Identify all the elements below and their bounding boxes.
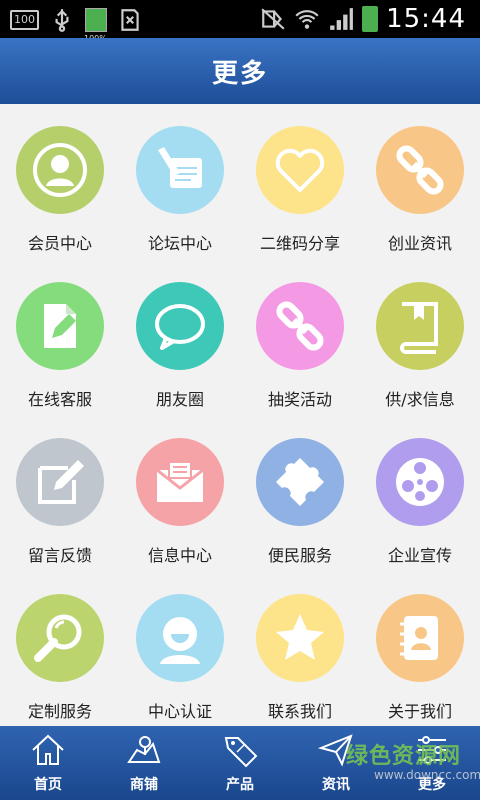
grid-item-label: 论坛中心 (147, 234, 212, 253)
sale-tag-icon (224, 737, 258, 768)
grid-item-label: 联系我们 (267, 702, 332, 721)
grid-item-label: 抽奖活动 (267, 390, 332, 409)
grid-item-feedback[interactable]: 留言反馈 (0, 416, 120, 572)
nav-item-home[interactable]: 首页 (0, 726, 96, 800)
grid-item-supply-demand[interactable]: 供/求信息 (360, 260, 480, 416)
grid-item-label: 企业宣传 (387, 546, 452, 565)
chat-bubble-icon (136, 282, 224, 370)
signal-icon (330, 8, 353, 30)
grid-item-label: 会员中心 (27, 234, 92, 253)
document-icon (16, 282, 104, 370)
envelope-icon (136, 438, 224, 526)
page-title: 更多 (211, 58, 268, 89)
grid-item-startup-news[interactable]: 创业资讯 (360, 104, 480, 260)
map-icon (127, 736, 161, 763)
grid-item-label: 定制服务 (27, 702, 92, 721)
grid-item-certification[interactable]: 中心认证 (120, 572, 240, 728)
grid-item-lottery[interactable]: 抽奖活动 (240, 260, 360, 416)
mute-icon (261, 8, 285, 30)
watermark-text: 绿色资源网 (346, 744, 462, 769)
grid-item-label: 二维码分享 (259, 234, 340, 253)
grid-item-forum-center[interactable]: 论坛中心 (120, 104, 240, 260)
grid-item-moments[interactable]: 朋友圈 (120, 260, 240, 416)
sd-card-icon (121, 9, 139, 31)
grid-item-contact-us[interactable]: 联系我们 (240, 572, 360, 728)
battery-icon (362, 6, 379, 32)
user-icon (16, 126, 104, 214)
puzzle-icon (256, 438, 344, 526)
heart-icon (256, 126, 344, 214)
grid-item-about-us[interactable]: 关于我们 (360, 572, 480, 728)
link-icon (376, 126, 464, 214)
grid-item-label: 中心认证 (147, 702, 212, 721)
film-reel-icon (376, 438, 464, 526)
smile-user-icon (136, 594, 224, 682)
grid-item-label: 供/求信息 (385, 390, 455, 409)
book-icon (376, 282, 464, 370)
grid-item-qr-share[interactable]: 二维码分享 (240, 104, 360, 260)
usb-icon (55, 9, 69, 32)
grid-item-label: 便民服务 (267, 546, 332, 565)
magnifier-icon (16, 594, 104, 682)
grid-item-member-center[interactable]: 会员中心 (0, 104, 120, 260)
grid-item-label: 信息中心 (147, 546, 212, 565)
nav-label: 首页 (34, 777, 62, 793)
title-bar: 更多 (0, 38, 480, 104)
clock: 15:44 (386, 4, 466, 34)
contacts-icon (376, 594, 464, 682)
star-icon (256, 594, 344, 682)
grid-item-label: 关于我们 (387, 702, 452, 721)
battery-small-icon: 100% (84, 8, 107, 43)
link-icon (256, 282, 344, 370)
grid-item-corporate-promo[interactable]: 企业宣传 (360, 416, 480, 572)
grid-item-label: 朋友圈 (155, 390, 204, 409)
grid-item-online-service[interactable]: 在线客服 (0, 260, 120, 416)
feature-grid: 会员中心 论坛中心 二维码分享 创业资讯 在线客服 朋友圈 抽奖活动 供/求信息… (0, 104, 480, 726)
home-icon (32, 734, 64, 765)
edit-icon (16, 438, 104, 526)
write-icon (136, 126, 224, 214)
grid-item-custom-service[interactable]: 定制服务 (0, 572, 120, 728)
grid-item-message-center[interactable]: 信息中心 (120, 416, 240, 572)
storage-badge: 100 (10, 10, 39, 30)
nav-item-products[interactable]: 产品 (192, 726, 288, 800)
grid-item-label: 创业资讯 (387, 234, 452, 253)
grid-item-label: 在线客服 (27, 390, 92, 409)
nav-item-shops[interactable]: 商铺 (96, 726, 192, 800)
grid-item-label: 留言反馈 (27, 546, 92, 565)
nav-label: 商铺 (130, 777, 158, 793)
watermark: 绿色资源网 www.downcc.com (346, 738, 480, 788)
wifi-icon (295, 10, 319, 29)
watermark-url: www.downcc.com (374, 768, 480, 782)
grid-item-convenience-service[interactable]: 便民服务 (240, 416, 360, 572)
status-bar: 100 100% 15:44 (0, 0, 480, 43)
nav-label: 产品 (226, 777, 254, 793)
